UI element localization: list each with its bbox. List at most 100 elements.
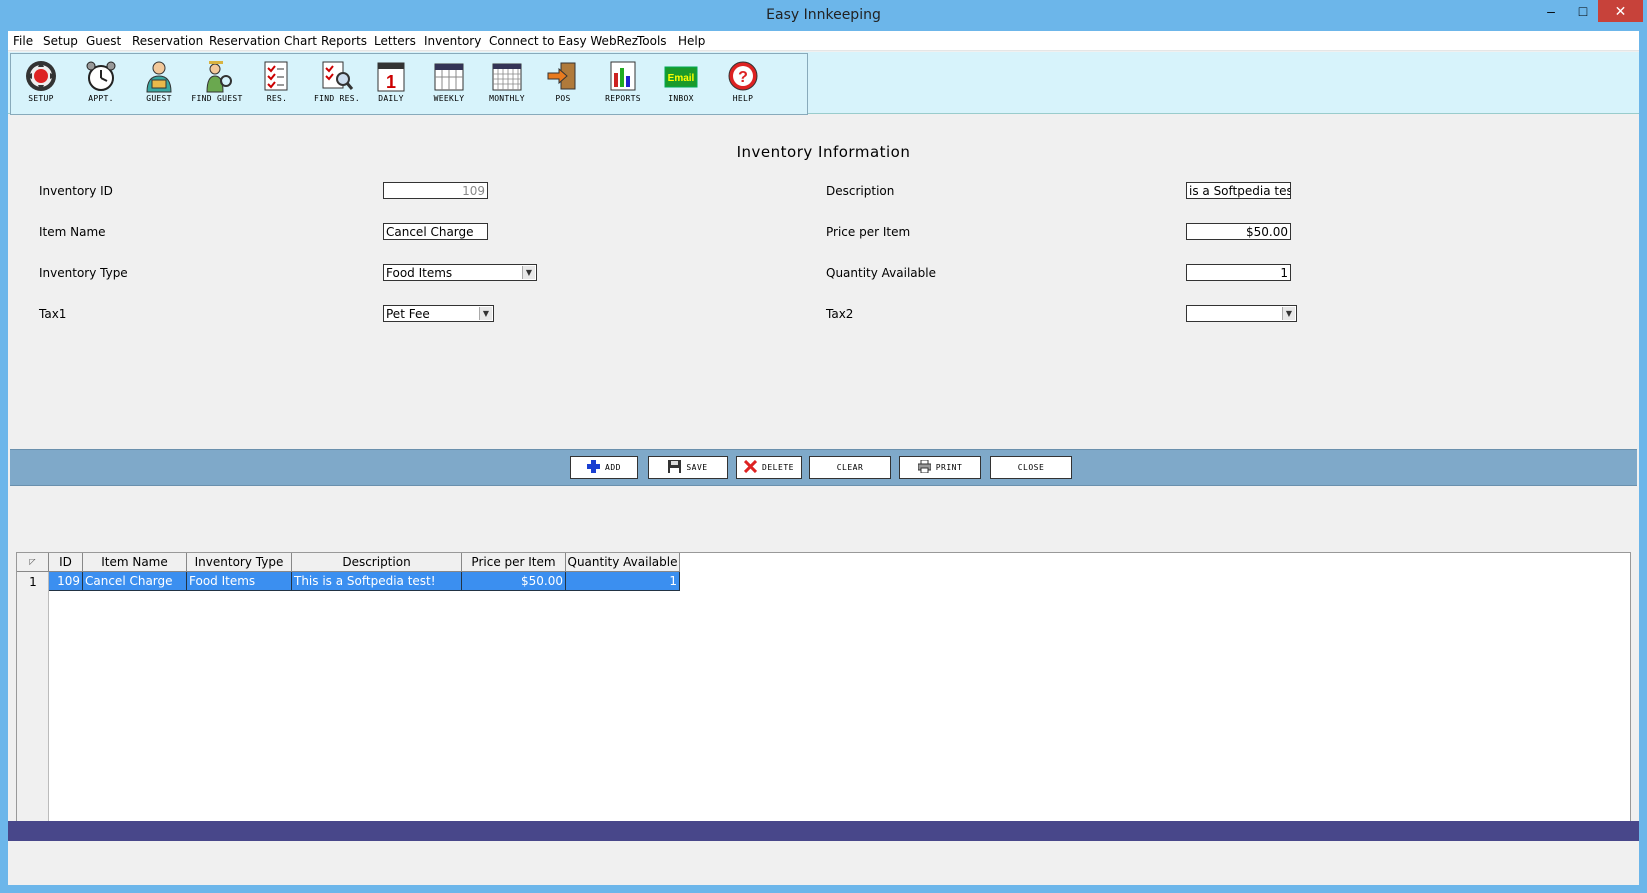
- toolbar-find-res-label: FIND RES.: [313, 94, 361, 103]
- row-number[interactable]: 1: [17, 572, 49, 591]
- toolbar-daily-button[interactable]: 1 DAILY: [361, 56, 421, 112]
- menu-reports[interactable]: Reports: [321, 34, 367, 48]
- svg-text:?: ?: [738, 69, 748, 86]
- toolbar-setup-label: SETUP: [28, 94, 54, 103]
- toolbar-help-label: HELP: [732, 94, 754, 103]
- find-reservation-icon: [322, 61, 354, 90]
- table-cell-id[interactable]: 109: [49, 572, 83, 591]
- add-label: ADD: [605, 463, 621, 472]
- menu-letters[interactable]: Letters: [374, 34, 416, 48]
- chevron-down-icon[interactable]: ▼: [1282, 307, 1295, 320]
- menu-reservation-chart[interactable]: Reservation Chart: [209, 34, 317, 48]
- quantity-field[interactable]: 1: [1186, 264, 1291, 281]
- toolbar-monthly-button[interactable]: MONTHLY: [477, 56, 537, 112]
- tax1-select[interactable]: Pet Fee ▼: [383, 305, 494, 322]
- tax2-label: Tax2: [826, 307, 854, 321]
- toolbar-buttons: SETUP APPT. GUEST FIND GUEST RES. FIND R…: [10, 53, 808, 115]
- menu-file[interactable]: File: [13, 34, 33, 48]
- toolbar-res-label: RES.: [266, 94, 288, 103]
- menu-connect-webrez[interactable]: Connect to Easy WebRez: [489, 34, 638, 48]
- item-name-label: Item Name: [39, 225, 106, 239]
- filter-icon[interactable]: ◸: [17, 553, 49, 572]
- inventory-form: Inventory Information Inventory ID 109 I…: [10, 117, 1637, 447]
- toolbar-daily-label: DAILY: [378, 94, 404, 103]
- price-field[interactable]: $50.00: [1186, 223, 1291, 240]
- toolbar-weekly-button[interactable]: WEEKLY: [419, 56, 479, 112]
- chevron-down-icon[interactable]: ▼: [522, 266, 535, 279]
- toolbar-help-button[interactable]: ? HELP: [713, 56, 773, 112]
- monthly-calendar-icon: [492, 63, 522, 91]
- column-header-id[interactable]: ID: [49, 553, 83, 572]
- description-field[interactable]: is a Softpedia test!: [1186, 182, 1291, 199]
- find-guest-icon: [206, 61, 232, 93]
- menu-tools[interactable]: Tools: [637, 34, 667, 48]
- table-cell-price[interactable]: $50.00: [462, 572, 566, 591]
- toolbar-setup-button[interactable]: SETUP: [11, 56, 71, 112]
- row-header-column: [17, 553, 49, 838]
- tax1-label: Tax1: [39, 307, 67, 321]
- description-label: Description: [826, 184, 895, 198]
- title-bar: Easy Innkeeping ‒ □ ✕: [0, 0, 1647, 30]
- clear-button[interactable]: CLEAR: [809, 456, 891, 479]
- setup-icon: [26, 61, 56, 91]
- toolbar-pos-label: POS: [555, 94, 571, 103]
- toolbar-pos-button[interactable]: POS: [533, 56, 593, 112]
- pos-icon: [547, 62, 576, 90]
- column-header-quantity[interactable]: Quantity Available: [566, 553, 680, 572]
- column-header-description[interactable]: Description: [292, 553, 462, 572]
- delete-x-icon: [744, 460, 758, 473]
- toolbar-inbox-button[interactable]: Email INBOX: [651, 56, 711, 112]
- print-button[interactable]: PRINT: [899, 456, 981, 479]
- table-cell-inventory-type[interactable]: Food Items: [187, 572, 292, 591]
- guest-icon: [146, 61, 172, 93]
- menu-guest[interactable]: Guest: [86, 34, 121, 48]
- printer-icon: [917, 460, 931, 473]
- menu-help[interactable]: Help: [678, 34, 705, 48]
- clear-label: CLEAR: [836, 463, 864, 472]
- toolbar-inbox-label: INBOX: [668, 94, 694, 103]
- toolbar: SETUP APPT. GUEST FIND GUEST RES. FIND R…: [8, 52, 1639, 115]
- table-cell-item-name[interactable]: Cancel Charge: [83, 572, 187, 591]
- plus-icon: [587, 460, 601, 473]
- menu-reservation[interactable]: Reservation: [132, 34, 203, 48]
- close-button[interactable]: CLOSE: [990, 456, 1072, 479]
- toolbar-guest-label: GUEST: [146, 94, 172, 103]
- reports-icon: [610, 61, 636, 91]
- toolbar-appt-label: APPT.: [88, 94, 114, 103]
- toolbar-find-res-button[interactable]: FIND RES.: [307, 56, 367, 112]
- client-area: File Setup Guest Reservation Reservation…: [8, 31, 1639, 885]
- tax2-select[interactable]: ▼: [1186, 305, 1297, 322]
- item-name-field[interactable]: Cancel Charge: [383, 223, 488, 240]
- toolbar-guest-button[interactable]: GUEST: [129, 56, 189, 112]
- quantity-label: Quantity Available: [826, 266, 936, 280]
- inventory-type-label: Inventory Type: [39, 266, 128, 280]
- toolbar-monthly-label: MONTHLY: [489, 94, 525, 103]
- tax1-value: Pet Fee: [386, 307, 430, 321]
- column-header-inventory-type[interactable]: Inventory Type: [187, 553, 292, 572]
- toolbar-res-button[interactable]: RES.: [247, 56, 307, 112]
- action-bar: ADD SAVE DELETE CLEAR PRINT CLOSE: [10, 449, 1637, 486]
- maximize-button[interactable]: □: [1567, 0, 1599, 22]
- save-button[interactable]: SAVE: [648, 456, 728, 479]
- close-window-button[interactable]: ✕: [1598, 0, 1643, 22]
- column-header-item-name[interactable]: Item Name: [83, 553, 187, 572]
- minimize-button[interactable]: ‒: [1535, 0, 1567, 22]
- chevron-down-icon[interactable]: ▼: [479, 307, 492, 320]
- inventory-type-value: Food Items: [386, 266, 453, 280]
- toolbar-find-guest-button[interactable]: FIND GUEST: [187, 56, 247, 112]
- table-cell-description[interactable]: This is a Softpedia test!: [292, 572, 462, 591]
- save-label: SAVE: [686, 463, 708, 472]
- table-cell-quantity[interactable]: 1: [566, 572, 680, 591]
- inventory-type-select[interactable]: Food Items ▼: [383, 264, 537, 281]
- inventory-id-field: 109: [383, 182, 488, 199]
- column-header-price[interactable]: Price per Item: [462, 553, 566, 572]
- svg-text:1: 1: [386, 72, 396, 92]
- email-icon: Email: [664, 66, 698, 88]
- floppy-disk-icon: [668, 460, 682, 473]
- delete-button[interactable]: DELETE: [736, 456, 802, 479]
- menu-setup[interactable]: Setup: [43, 34, 78, 48]
- toolbar-appt-button[interactable]: APPT.: [71, 56, 131, 112]
- toolbar-reports-button[interactable]: REPORTS: [593, 56, 653, 112]
- menu-inventory[interactable]: Inventory: [424, 34, 481, 48]
- add-button[interactable]: ADD: [570, 456, 638, 479]
